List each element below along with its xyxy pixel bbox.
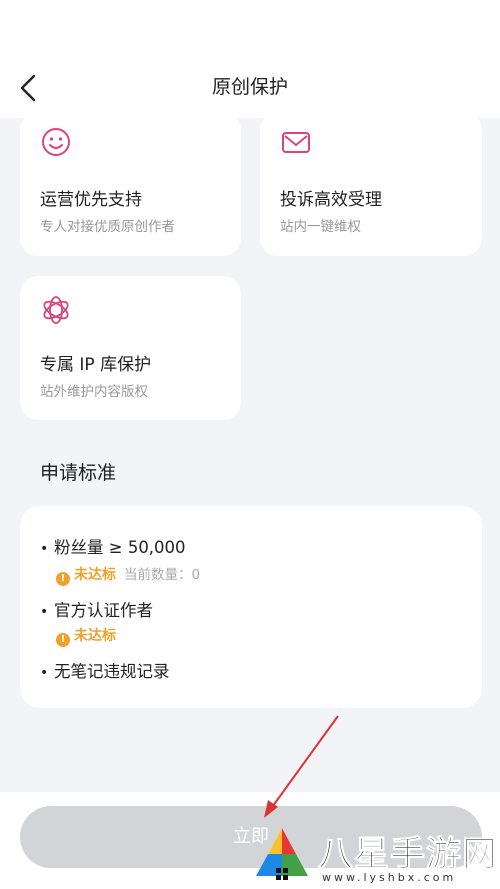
requirement-text: 无笔记违规记录 [54, 662, 170, 681]
requirement-status: ! 未达标 [56, 625, 116, 647]
page-title: 原创保护 [211, 76, 288, 98]
requirements-card: • 粉丝量 ≥ 50,000 ! 未达标 当前数量：0 • 官方认证作者 ! 未达标 • 无… [20, 506, 482, 708]
benefit-title: 运营优先支持 [40, 190, 142, 210]
benefit-subtitle: 站外维护内容版权 [40, 384, 148, 400]
benefit-subtitle: 站内一键维权 [280, 219, 361, 235]
benefit-title: 投诉高效受理 [280, 190, 382, 210]
mail-icon [282, 132, 310, 153]
requirement-item: • 官方认证作者 [40, 601, 153, 620]
benefit-card-complaint: 投诉高效受理 站内一键维权 [260, 112, 482, 256]
requirement-text: 粉丝量 ≥ 50,000 [54, 538, 186, 557]
requirement-text: 官方认证作者 [54, 601, 153, 620]
watermark-name: 八星手游网 [317, 835, 499, 876]
requirement-status: ! 未达标 当前数量：0 [56, 563, 200, 586]
requirement-item: • 粉丝量 ≥ 50,000 [40, 538, 186, 557]
status-label: 未达标 [74, 567, 116, 583]
smile-icon [42, 128, 70, 156]
benefit-card-ip-protection: 专属 IP 库保护 站外维护内容版权 [20, 276, 241, 420]
annotation-arrow-icon [264, 715, 339, 818]
requirement-item: • 无笔记违规记录 [40, 662, 170, 681]
flower-icon [43, 296, 69, 324]
benefit-card-operation-support: 运营优先支持 专人对接优质原创作者 [20, 112, 241, 256]
benefit-title: 专属 IP 库保护 [40, 355, 152, 375]
requirements-title: 申请标准 [40, 462, 117, 484]
watermark-url: www.lyshbx.com [322, 871, 457, 884]
warning-icon: ! [56, 633, 70, 647]
benefit-subtitle: 专人对接优质原创作者 [40, 219, 175, 235]
top-bar [0, 0, 500, 118]
status-detail: 当前数量：0 [124, 567, 201, 583]
warning-icon: ! [56, 572, 70, 586]
status-label: 未达标 [74, 628, 116, 644]
